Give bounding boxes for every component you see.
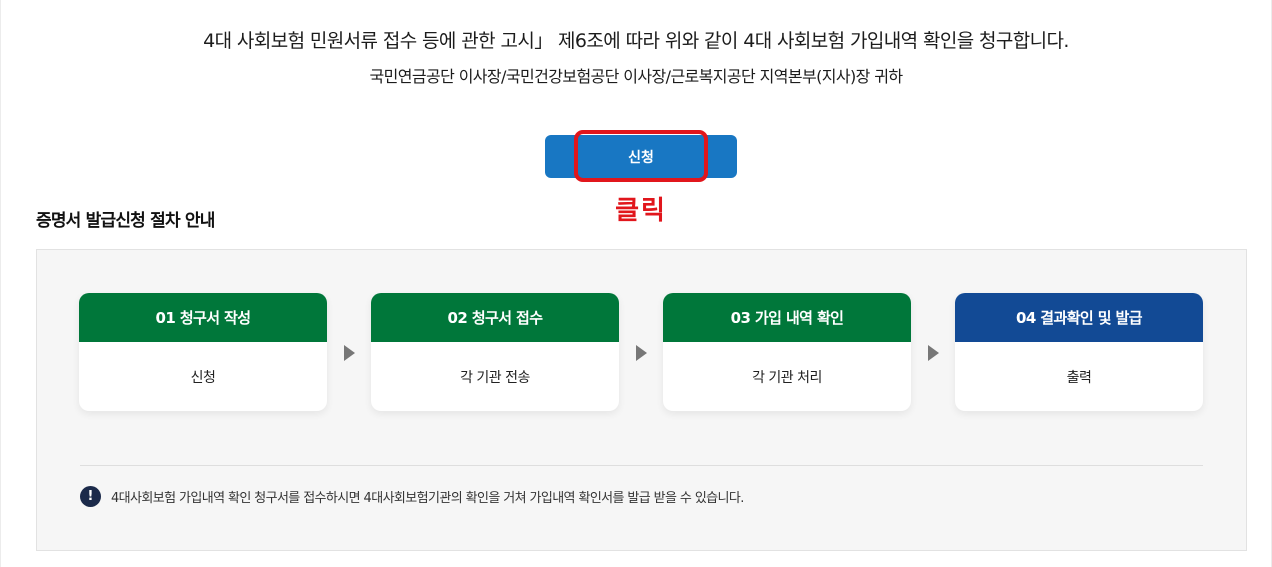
- notice: ! 4대사회보험 가입내역 확인 청구서를 접수하시면 4대사회보험기관의 확인…: [80, 486, 744, 507]
- step-desc: 각 기관 처리: [752, 369, 822, 386]
- claim-statement: 4대 사회보험 민원서류 접수 등에 관한 고시」 제6조에 따라 위와 같이 …: [203, 30, 1069, 52]
- exclamation-icon: !: [80, 486, 101, 507]
- arrow-right-icon: [928, 345, 939, 361]
- apply-button[interactable]: 신청: [545, 135, 737, 178]
- step-card-2: 02 청구서 접수 각 기관 전송: [371, 293, 619, 411]
- click-annotation: 클릭: [615, 196, 667, 226]
- recipient-line: 국민연금공단 이사장/국민건강보험공단 이사장/근로복지공단 지역본부(지사)장…: [369, 67, 903, 86]
- divider: [80, 465, 1203, 466]
- step-desc: 각 기관 전송: [460, 369, 530, 386]
- step-title: 04 결과확인 및 발급: [955, 293, 1203, 342]
- notice-text: 4대사회보험 가입내역 확인 청구서를 접수하시면 4대사회보험기관의 확인을 …: [111, 491, 744, 506]
- step-desc: 신청: [190, 369, 216, 386]
- step-card-4: 04 결과확인 및 발급 출력: [955, 293, 1203, 411]
- step-title: 01 청구서 작성: [79, 293, 327, 342]
- step-title: 03 가입 내역 확인: [663, 293, 911, 342]
- step-card-3: 03 가입 내역 확인 각 기관 처리: [663, 293, 911, 411]
- step-card-1: 01 청구서 작성 신청: [79, 293, 327, 411]
- arrow-right-icon: [344, 345, 355, 361]
- arrow-right-icon: [636, 345, 647, 361]
- step-desc: 출력: [1066, 369, 1092, 386]
- page: 4대 사회보험 민원서류 접수 등에 관한 고시」 제6조에 따라 위와 같이 …: [0, 0, 1272, 567]
- step-title: 02 청구서 접수: [371, 293, 619, 342]
- procedure-title: 증명서 발급신청 절차 안내: [36, 211, 215, 231]
- procedure-panel: 01 청구서 작성 신청 02 청구서 접수 각 기관 전송 03 가입 내역 …: [36, 249, 1247, 551]
